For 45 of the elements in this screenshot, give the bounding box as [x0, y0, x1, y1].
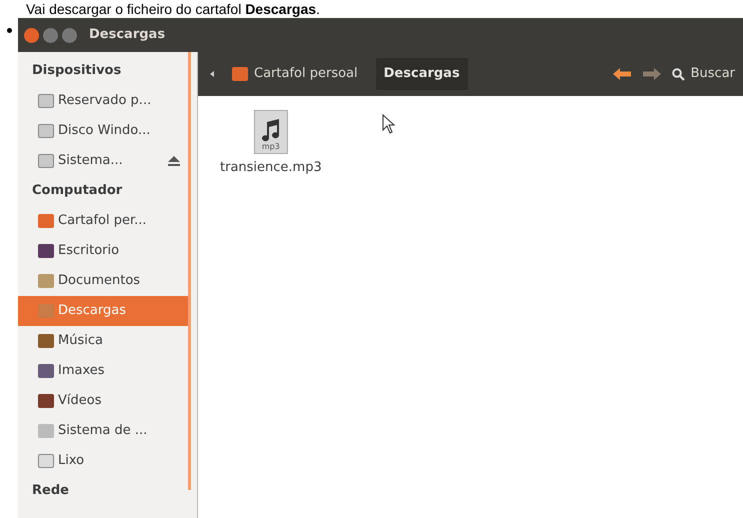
- sidebar-item[interactable]: Escritorio: [18, 236, 188, 266]
- sidebar-item[interactable]: Imaxes: [18, 356, 188, 386]
- sidebar-heading: Dispositivos: [32, 62, 122, 80]
- sidebar-heading: Rede: [32, 482, 70, 500]
- maximize-icon[interactable]: [62, 28, 77, 42]
- sidebar-item[interactable]: Sistema de ...: [18, 416, 188, 446]
- sidebar-item[interactable]: Cartafol per...: [18, 206, 188, 236]
- sidebar-item[interactable]: Reservado p...: [18, 86, 188, 116]
- sidebar-item-label: Escritorio: [58, 242, 120, 260]
- sidebar-item[interactable]: Vídeos: [18, 386, 188, 416]
- sidebar-item-label: Sistema...: [58, 152, 123, 170]
- sidebar-item-label: Disco Windo...: [58, 122, 150, 140]
- scrollbar[interactable]: [188, 52, 191, 490]
- scroll-left-icon[interactable]: [210, 71, 214, 77]
- back-arrow-icon[interactable]: [612, 67, 632, 81]
- sidebar-item-label: Imaxes: [58, 362, 105, 380]
- sidebar-item-label: Sistema de ...: [58, 422, 148, 440]
- sidebar-item-label: Música: [58, 332, 103, 350]
- minimize-icon[interactable]: [43, 28, 58, 42]
- search-icon: [672, 68, 685, 80]
- sidebar-item-label: Reservado p...: [58, 92, 152, 110]
- audio-file-icon[interactable]: mp3: [254, 110, 288, 154]
- close-icon[interactable]: [24, 28, 39, 42]
- file-type-label: mp3: [262, 142, 280, 152]
- sidebar-item-label: Lixo: [58, 452, 84, 470]
- breadcrumb-button[interactable]: Cartafol persoal: [224, 58, 366, 90]
- sidebar-item[interactable]: Sistema...: [18, 146, 188, 176]
- search-button[interactable]: Buscar: [672, 64, 735, 84]
- window-title: Descargas: [89, 26, 166, 44]
- caption-text: Vai descargar o ficheiro do cartafol Descargas.: [26, 1, 320, 17]
- breadcrumb-button[interactable]: Descargas: [376, 58, 468, 90]
- music-note-icon: [260, 118, 281, 142]
- sidebar-item[interactable]: Disco Windo...: [18, 116, 188, 146]
- sidebar-item[interactable]: Lixo: [18, 446, 188, 476]
- sidebar-item-label: Descargas: [58, 302, 126, 320]
- file-name[interactable]: transience.mp3: [220, 158, 322, 178]
- sidebar-item-label: Cartafol per...: [58, 212, 147, 230]
- sidebar-item-label: Documentos: [58, 272, 140, 290]
- bullet-icon: [6, 28, 12, 33]
- sidebar-heading: Computador: [32, 182, 124, 200]
- sidebar-item[interactable]: Música: [18, 326, 188, 356]
- sidebar-item-label: Vídeos: [58, 392, 102, 410]
- sidebar-item[interactable]: Documentos: [18, 266, 188, 296]
- eject-icon[interactable]: [168, 156, 180, 166]
- mouse-cursor-icon: [382, 114, 396, 134]
